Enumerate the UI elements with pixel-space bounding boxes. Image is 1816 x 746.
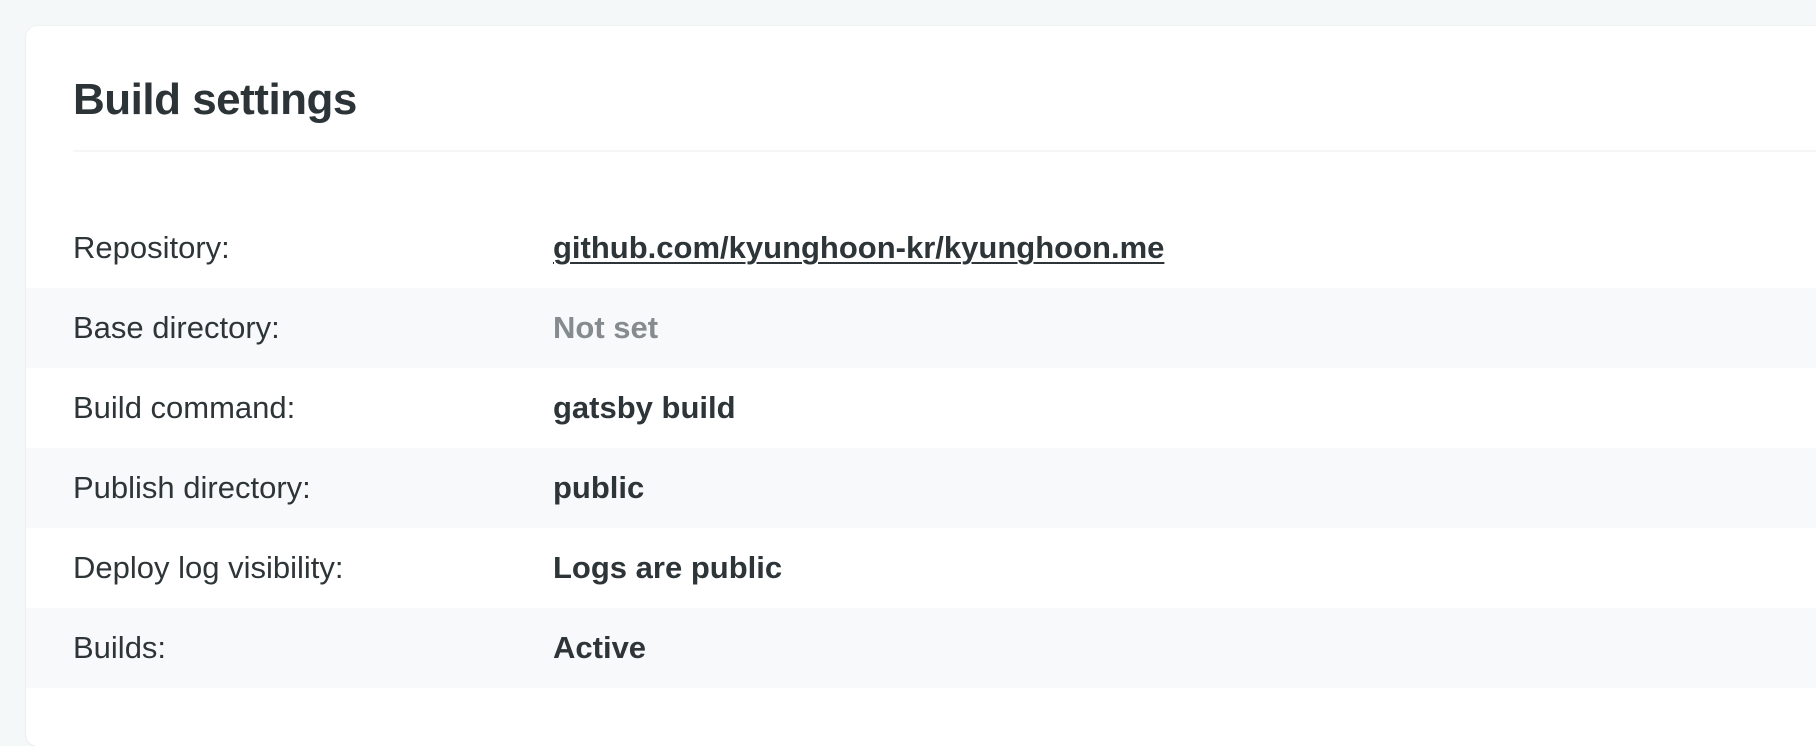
setting-row-base-directory: Base directory: Not set bbox=[26, 288, 1816, 368]
build-command-value: gatsby build bbox=[553, 390, 736, 425]
publish-directory-label: Publish directory: bbox=[73, 470, 311, 505]
setting-row-repository: Repository: github.com/kyunghoon-kr/kyun… bbox=[26, 208, 1816, 288]
repository-link[interactable]: github.com/kyunghoon-kr/kyunghoon.me bbox=[553, 230, 1164, 266]
settings-list: Repository: github.com/kyunghoon-kr/kyun… bbox=[26, 208, 1816, 688]
deploy-log-visibility-label: Deploy log visibility: bbox=[73, 550, 344, 585]
base-directory-value: Not set bbox=[553, 310, 659, 345]
setting-row-builds: Builds: Active bbox=[26, 608, 1816, 688]
setting-row-build-command: Build command: gatsby build bbox=[26, 368, 1816, 448]
base-directory-label: Base directory: bbox=[73, 310, 280, 345]
deploy-log-visibility-value: Logs are public bbox=[553, 550, 783, 585]
builds-status-value: Active bbox=[553, 630, 647, 665]
publish-directory-value: public bbox=[553, 470, 645, 505]
setting-row-publish-directory: Publish directory: public bbox=[26, 448, 1816, 528]
build-settings-card: Build settings Repository: github.com/ky… bbox=[26, 26, 1816, 746]
builds-label: Builds: bbox=[73, 630, 167, 665]
build-command-label: Build command: bbox=[73, 390, 296, 425]
title-divider bbox=[73, 150, 1816, 152]
setting-row-deploy-log-visibility: Deploy log visibility: Logs are public bbox=[26, 528, 1816, 608]
card-title: Build settings bbox=[73, 75, 357, 124]
repository-label: Repository: bbox=[73, 230, 230, 265]
